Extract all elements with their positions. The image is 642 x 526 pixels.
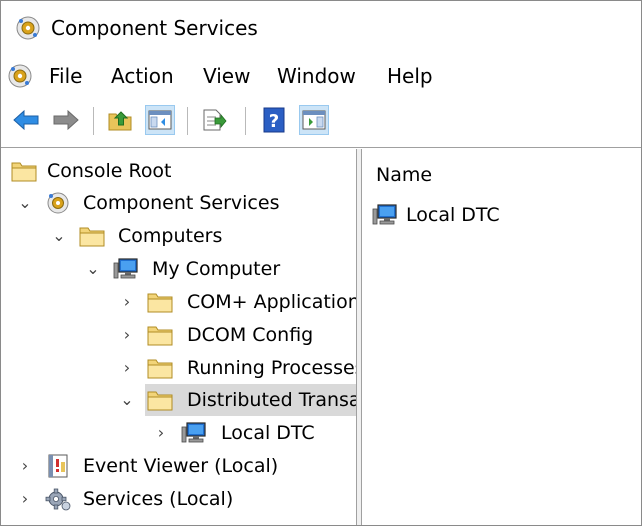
chevron-down-icon[interactable]: ⌄ bbox=[15, 193, 35, 213]
chevron-right-icon[interactable]: › bbox=[15, 456, 35, 476]
toolbar-divider bbox=[1, 147, 641, 148]
menu-help[interactable]: Help bbox=[387, 63, 433, 89]
folder-icon bbox=[79, 227, 105, 247]
up-folder-icon bbox=[108, 111, 132, 131]
tree-item-label: Local DTC bbox=[221, 422, 315, 444]
component-services-icon bbox=[47, 192, 69, 214]
tree-item-running-processes[interactable]: › Running Processes bbox=[1, 352, 356, 384]
toolbar-separator bbox=[245, 107, 246, 135]
tree-item-com-plus-applications[interactable]: › COM+ Applications bbox=[1, 286, 356, 318]
component-services-system-menu-icon[interactable] bbox=[7, 63, 33, 89]
show-hide-action-pane-icon bbox=[302, 110, 326, 130]
help-icon: ? bbox=[263, 107, 285, 133]
title-bar: Component Services bbox=[1, 1, 641, 55]
chevron-right-icon[interactable]: › bbox=[15, 489, 35, 509]
tree-item-label: Component Services bbox=[83, 192, 280, 214]
tree-item-label: Console Root bbox=[47, 160, 172, 182]
console-tree: Console Root ⌄ Component Services ⌄ Comp… bbox=[1, 149, 356, 525]
export-list-icon bbox=[203, 109, 227, 131]
tree-item-label: Distributed Transaction Coordinator bbox=[187, 389, 356, 411]
chevron-down-icon[interactable]: ⌄ bbox=[49, 226, 69, 246]
show-hide-tree-icon bbox=[148, 110, 172, 130]
show-hide-console-tree-button[interactable] bbox=[145, 105, 175, 135]
chevron-right-icon[interactable]: › bbox=[117, 358, 137, 378]
toolbar-separator bbox=[93, 107, 94, 135]
export-list-button[interactable] bbox=[199, 105, 229, 135]
column-header-name[interactable]: Name bbox=[376, 163, 432, 187]
tree-item-label: Running Processes bbox=[187, 357, 356, 379]
event-viewer-icon bbox=[48, 454, 68, 478]
tree-item-computers[interactable]: ⌄ Computers bbox=[1, 220, 356, 252]
chevron-right-icon[interactable]: › bbox=[117, 325, 137, 345]
computer-icon bbox=[372, 204, 397, 225]
menu-window[interactable]: Window bbox=[277, 63, 356, 89]
component-services-window: Component Services File Action View Wind… bbox=[0, 0, 642, 526]
chevron-right-icon[interactable]: › bbox=[117, 292, 137, 312]
folder-icon bbox=[147, 359, 173, 379]
window-title: Component Services bbox=[51, 16, 258, 40]
folder-icon bbox=[147, 326, 173, 346]
tree-item-component-services[interactable]: ⌄ Component Services bbox=[1, 187, 356, 219]
tree-item-distributed-transaction-coordinator[interactable]: ⌄ Distributed Transaction Coordinator bbox=[1, 384, 356, 416]
chevron-down-icon[interactable]: ⌄ bbox=[117, 390, 137, 410]
folder-icon bbox=[147, 293, 173, 313]
back-icon bbox=[13, 109, 39, 131]
tree-item-dcom-config[interactable]: › DCOM Config bbox=[1, 319, 356, 351]
tree-item-event-viewer-local[interactable]: › Event Viewer (Local) bbox=[1, 450, 356, 482]
tree-item-label: Event Viewer (Local) bbox=[83, 455, 279, 477]
list-item-local-dtc[interactable]: Local DTC bbox=[372, 201, 632, 231]
folder-icon bbox=[147, 391, 173, 411]
tree-item-label: COM+ Applications bbox=[187, 291, 356, 313]
folder-icon bbox=[11, 162, 37, 182]
show-hide-action-pane-button[interactable] bbox=[299, 105, 329, 135]
back-button[interactable] bbox=[11, 105, 41, 135]
tree-item-my-computer[interactable]: ⌄ My Computer bbox=[1, 253, 356, 285]
toolbar-separator bbox=[187, 107, 188, 135]
tree-item-console-root[interactable]: Console Root bbox=[1, 155, 356, 187]
menu-file[interactable]: File bbox=[49, 63, 82, 89]
svg-text:?: ? bbox=[269, 111, 279, 132]
tree-item-local-dtc[interactable]: › Local DTC bbox=[1, 417, 356, 449]
gear-icon bbox=[45, 488, 71, 511]
menu-action[interactable]: Action bbox=[111, 63, 174, 89]
component-services-icon bbox=[16, 16, 40, 40]
computer-icon bbox=[181, 422, 206, 443]
chevron-right-icon[interactable]: › bbox=[151, 423, 171, 443]
menu-bar: File Action View Window Help bbox=[1, 59, 641, 93]
tree-item-label: Services (Local) bbox=[83, 488, 234, 510]
list-item-label: Local DTC bbox=[406, 204, 500, 226]
computer-icon bbox=[113, 258, 138, 279]
tree-item-label: Computers bbox=[118, 225, 223, 247]
tree-item-services-local[interactable]: › Services (Local) bbox=[1, 483, 356, 515]
menu-view[interactable]: View bbox=[203, 63, 250, 89]
up-one-level-button[interactable] bbox=[105, 105, 135, 135]
chevron-down-icon[interactable]: ⌄ bbox=[83, 259, 103, 279]
toolbar: ? bbox=[1, 101, 641, 141]
forward-button[interactable] bbox=[51, 105, 81, 135]
help-button[interactable]: ? bbox=[259, 105, 289, 135]
forward-icon bbox=[53, 109, 79, 131]
tree-item-label: My Computer bbox=[152, 258, 281, 280]
result-pane: Name Local DTC bbox=[362, 149, 641, 525]
tree-item-label: DCOM Config bbox=[187, 324, 314, 346]
